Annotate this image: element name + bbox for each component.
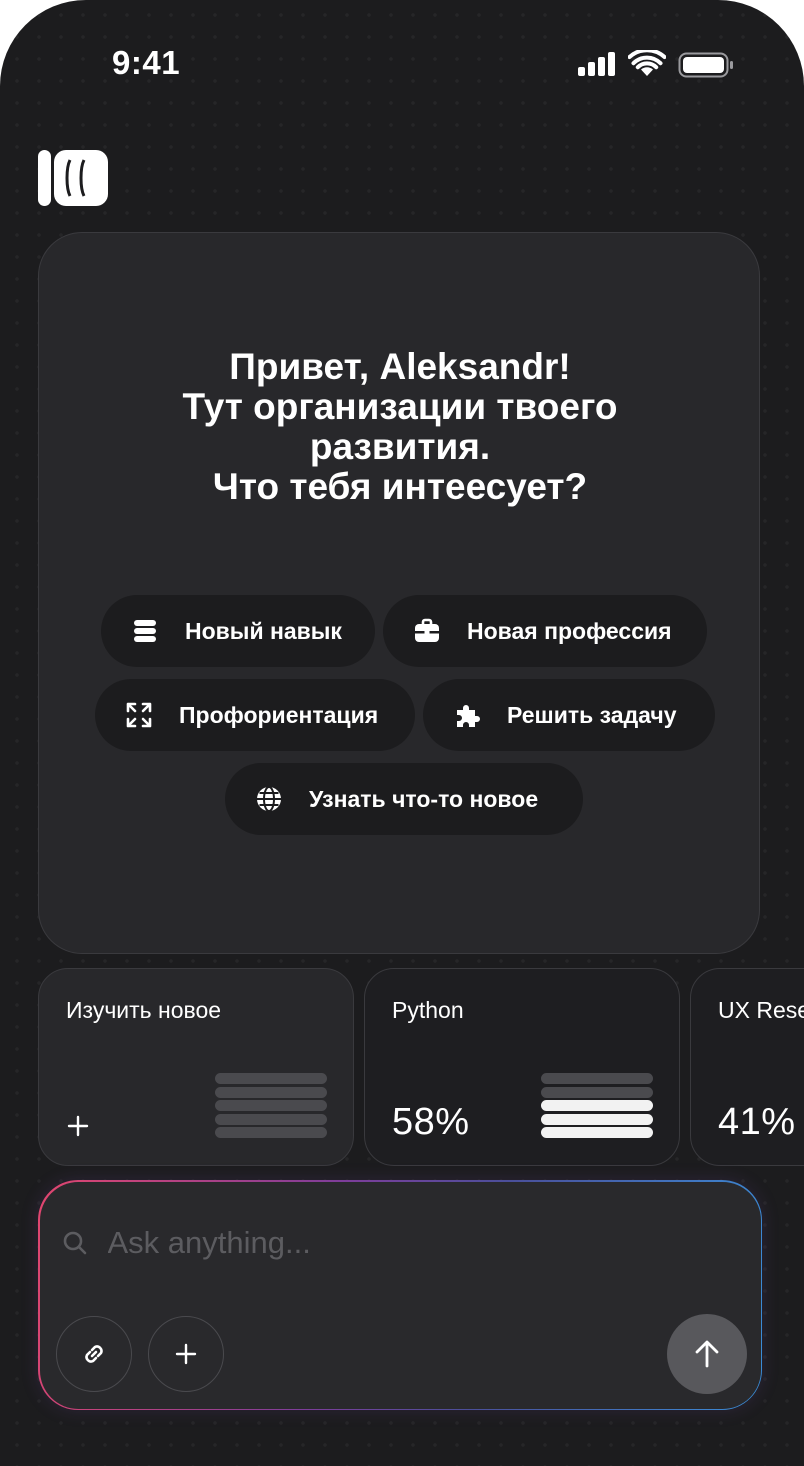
card-title: Изучить новое xyxy=(66,997,222,1023)
welcome-line: Привет, Aleksandr! xyxy=(229,346,571,387)
progress-bars xyxy=(215,1073,327,1141)
add-button[interactable] xyxy=(147,1315,224,1392)
expand-icon xyxy=(126,702,152,728)
progress-bar-segment xyxy=(215,1127,327,1138)
chip-label: Профориентация xyxy=(179,702,379,728)
briefcase-icon xyxy=(415,618,439,642)
progress-bar-segment xyxy=(215,1086,327,1098)
chip-label: Решить задачу xyxy=(507,702,677,728)
prompt-box xyxy=(38,1180,762,1410)
app-screen: 9:41 Привет, Aleksandr! Тут организации … xyxy=(0,0,804,1466)
welcome-line: развития. xyxy=(309,426,491,467)
progress-bar-segment xyxy=(541,1127,653,1138)
progress-bar-segment xyxy=(541,1113,653,1125)
plus-icon xyxy=(175,1343,196,1364)
status-bar: 9:41 xyxy=(0,0,804,130)
arrow-up-icon xyxy=(695,1340,718,1367)
battery-icon xyxy=(678,52,733,78)
card-title: Python xyxy=(392,997,464,1023)
app-logo xyxy=(38,150,108,206)
attach-icon xyxy=(84,1344,103,1363)
card-progress-value: 41% xyxy=(718,1101,796,1143)
search-icon xyxy=(63,1231,86,1254)
welcome-line: Что тебя интеесует? xyxy=(212,466,588,507)
progress-bars xyxy=(541,1073,653,1141)
puzzle-icon xyxy=(457,705,480,727)
prompt-input[interactable] xyxy=(105,1219,670,1266)
status-time: 9:41 xyxy=(112,44,181,81)
progress-bar-segment xyxy=(215,1100,327,1111)
welcome-line: Тут организации твоего xyxy=(182,386,618,427)
chip-label: Новая профессия xyxy=(467,618,672,644)
chip-learn-something-new[interactable]: Узнать что-то новое xyxy=(225,763,583,835)
card-title: UX Rese xyxy=(718,997,804,1023)
plus-icon xyxy=(67,1115,89,1137)
cellular-signal-icon xyxy=(578,52,615,76)
chip-new-profession[interactable]: Новая профессия xyxy=(383,595,707,667)
welcome-panel: Привет, Aleksandr! Тут организации твоег… xyxy=(38,232,760,954)
chip-new-skill[interactable]: Новый навык xyxy=(101,595,375,667)
send-button[interactable] xyxy=(666,1313,747,1394)
progress-bar-segment xyxy=(215,1113,327,1125)
attach-button[interactable] xyxy=(55,1315,132,1392)
welcome-heading: Привет, Aleksandr! Тут организации твоег… xyxy=(39,347,761,507)
progress-bar-segment xyxy=(541,1100,653,1111)
layers-icon xyxy=(134,620,156,642)
wifi-icon xyxy=(628,50,666,76)
chip-solve-task[interactable]: Решить задачу xyxy=(423,679,715,751)
card-python[interactable]: Python 58% xyxy=(364,968,680,1166)
globe-icon xyxy=(257,786,281,812)
chip-career-guidance[interactable]: Профориентация xyxy=(95,679,415,751)
progress-bar-segment xyxy=(541,1073,653,1084)
card-progress-value: 58% xyxy=(392,1101,470,1143)
prompt-box-inner xyxy=(39,1181,761,1409)
progress-bar-segment xyxy=(215,1073,327,1084)
chip-label: Новый навык xyxy=(185,618,342,644)
chip-label: Узнать что-то новое xyxy=(309,786,539,812)
progress-bar-segment xyxy=(541,1086,653,1098)
card-ux-research[interactable]: UX Rese 41% xyxy=(690,968,804,1166)
card-learn-new[interactable]: Изучить новое xyxy=(38,968,354,1166)
